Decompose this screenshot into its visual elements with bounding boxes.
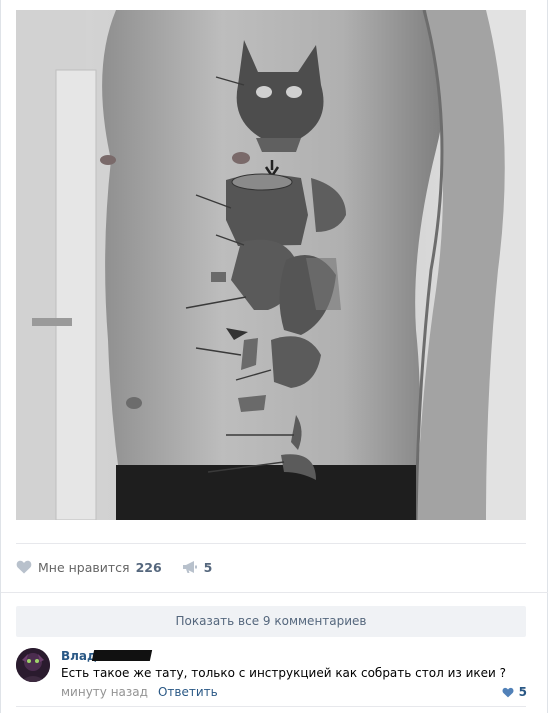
comment-time[interactable]: минуту назад xyxy=(61,685,148,699)
redaction-mark xyxy=(91,650,153,661)
heart-icon xyxy=(16,560,32,574)
comment-like-button[interactable]: 5 xyxy=(502,685,527,699)
post-actions: Мне нравится 226 5 xyxy=(16,556,212,578)
megaphone-icon xyxy=(182,561,197,573)
divider xyxy=(16,706,526,707)
reply-button[interactable]: Ответить xyxy=(158,685,218,699)
avatar[interactable] xyxy=(16,648,50,682)
divider xyxy=(1,592,548,593)
comment-text: Есть такое же тату, только с инструкцией… xyxy=(61,666,506,680)
post-card: Мне нравится 226 5 Показать все 9 коммен… xyxy=(0,0,548,713)
show-all-comments-button[interactable]: Показать все 9 комментариев xyxy=(16,606,526,637)
tattoo-photo xyxy=(16,10,526,520)
divider xyxy=(16,543,526,544)
comment-like-count: 5 xyxy=(518,685,527,699)
heart-icon xyxy=(502,687,514,697)
like-count: 226 xyxy=(135,559,162,575)
comment-meta: минуту назад Ответить xyxy=(61,685,218,699)
share-count: 5 xyxy=(203,559,213,575)
post-photo[interactable] xyxy=(16,10,526,520)
like-button[interactable]: Мне нравится 226 xyxy=(16,560,162,575)
avatar-image xyxy=(16,648,50,682)
share-button[interactable]: 5 xyxy=(182,559,213,575)
like-label: Мне нравится xyxy=(38,559,130,575)
